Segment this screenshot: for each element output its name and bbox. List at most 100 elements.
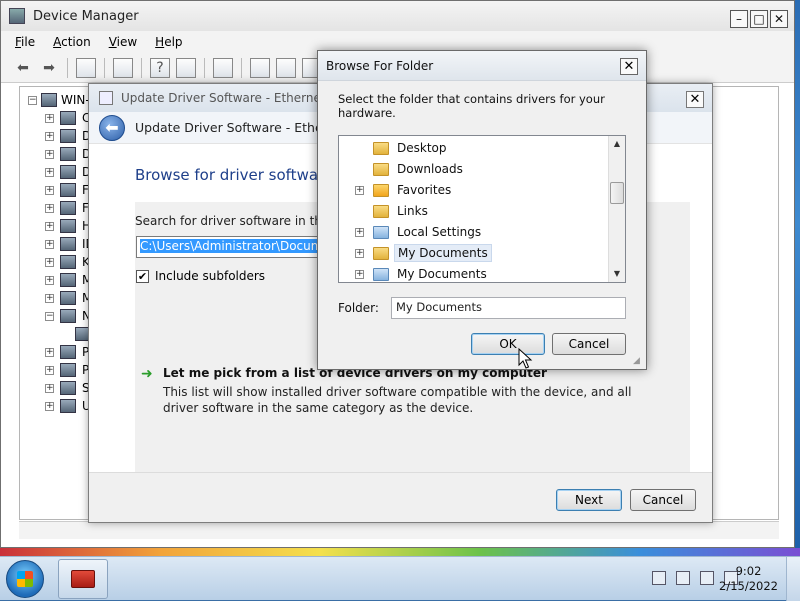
folder-input[interactable]: My Documents	[391, 297, 626, 319]
device-category-row[interactable]: + F	[45, 201, 89, 215]
taskbar-device-manager[interactable]	[58, 559, 108, 599]
expand-icon[interactable]: +	[45, 365, 54, 375]
device-category-row[interactable]: + D	[45, 129, 91, 143]
expand-icon[interactable]: +	[45, 149, 54, 159]
start-button[interactable]	[6, 560, 44, 598]
device-category-icon	[60, 345, 76, 359]
device-category-row[interactable]: + P	[45, 345, 89, 359]
folder-row[interactable]: + My Documents	[339, 243, 492, 263]
show-desktop-button[interactable]	[786, 557, 800, 601]
update-driver-icon[interactable]	[250, 57, 270, 78]
scroll-up-icon[interactable]: ▲	[609, 136, 625, 152]
expand-icon[interactable]: +	[355, 248, 364, 258]
device-category-icon	[60, 183, 76, 197]
folder-row[interactable]: + Local Settings	[339, 222, 484, 242]
update-driver-close-button[interactable]: ✕	[686, 91, 704, 108]
device-category-row[interactable]: + P	[45, 363, 89, 377]
device-category-icon	[60, 363, 76, 377]
include-subfolders-row[interactable]: ✔ Include subfolders	[136, 269, 265, 283]
collapse-icon[interactable]: −	[45, 311, 54, 321]
expand-icon[interactable]: +	[45, 401, 54, 411]
browse-close-button[interactable]: ✕	[620, 58, 638, 75]
help-icon[interactable]: ?	[150, 57, 170, 78]
scroll-thumb[interactable]	[610, 182, 624, 204]
network-icon[interactable]	[700, 571, 714, 585]
scan-hardware-icon[interactable]	[213, 57, 233, 78]
wizard-back-button[interactable]: ⬅	[99, 114, 125, 141]
expand-icon[interactable]: +	[355, 185, 364, 195]
device-category-row[interactable]: + F	[45, 183, 89, 197]
folder-row-icon	[373, 225, 389, 239]
device-manager-titlebar[interactable]: Device Manager – □ ✕	[1, 1, 794, 31]
action-pane-icon[interactable]	[176, 57, 196, 78]
folder-label: Folder:	[338, 301, 379, 315]
expand-icon[interactable]: +	[45, 113, 54, 123]
mouse-cursor-icon	[518, 348, 533, 369]
include-subfolders-checkbox[interactable]: ✔	[136, 269, 149, 283]
back-arrow-icon[interactable]: ⬅	[13, 58, 33, 78]
uninstall-icon[interactable]	[276, 57, 296, 78]
scroll-down-icon[interactable]: ▼	[609, 266, 625, 282]
next-button[interactable]: Next	[556, 489, 622, 511]
properties-icon[interactable]	[113, 57, 133, 78]
device-category-row[interactable]: + D	[45, 165, 91, 179]
wizard-cancel-button[interactable]: Cancel	[630, 489, 696, 511]
resize-grip-icon[interactable]: ◢	[633, 356, 643, 366]
device-category-icon	[60, 255, 76, 269]
expand-icon[interactable]: +	[45, 167, 54, 177]
expand-icon[interactable]: +	[45, 293, 54, 303]
menu-help[interactable]: Help	[155, 35, 182, 49]
safely-remove-icon[interactable]	[676, 571, 690, 585]
expand-icon[interactable]: +	[45, 383, 54, 393]
expand-icon[interactable]: +	[45, 185, 54, 195]
folder-row[interactable]: Downloads	[339, 159, 466, 179]
device-category-row[interactable]: + S	[45, 381, 90, 395]
browse-titlebar[interactable]: Browse For Folder	[318, 51, 646, 81]
expand-icon[interactable]: +	[355, 227, 364, 237]
close-button[interactable]: ✕	[770, 10, 788, 28]
expand-icon[interactable]: +	[45, 275, 54, 285]
pick-from-list-option[interactable]: ➜ Let me pick from a list of device driv…	[141, 366, 641, 416]
search-path-input[interactable]: C:\Users\Administrator\Documen	[136, 236, 336, 258]
browse-for-folder-dialog: Browse For Folder ✕ Select the folder th…	[317, 50, 647, 370]
folder-scrollbar[interactable]: ▲ ▼	[608, 136, 625, 282]
device-category-row[interactable]: + U	[45, 399, 91, 413]
expand-icon[interactable]: +	[45, 203, 54, 213]
expand-icon[interactable]: +	[355, 269, 364, 279]
expand-icon[interactable]: +	[45, 347, 54, 357]
toolbox-icon	[71, 570, 95, 588]
expand-icon[interactable]: +	[45, 131, 54, 141]
folder-row[interactable]: + Favorites	[339, 180, 454, 200]
device-category-row[interactable]: +M	[45, 273, 92, 287]
folder-row[interactable]: Desktop	[339, 138, 450, 158]
menu-action[interactable]: Action	[53, 35, 91, 49]
minimize-button[interactable]: –	[730, 10, 748, 28]
device-category-row[interactable]: + K	[45, 255, 90, 269]
clock[interactable]: 9:02 2/15/2022	[719, 564, 778, 594]
action-center-icon[interactable]	[652, 571, 666, 585]
expand-icon[interactable]: +	[45, 221, 54, 231]
window-controls: – □ ✕	[730, 10, 788, 28]
show-hide-tree-icon[interactable]	[76, 57, 96, 78]
folder-row[interactable]: Links	[339, 201, 431, 221]
expand-icon[interactable]: +	[45, 239, 54, 249]
tree-root[interactable]: − WIN-	[28, 93, 90, 107]
menu-file[interactable]: File	[15, 35, 35, 49]
menu-view[interactable]: View	[109, 35, 137, 49]
status-bar	[19, 521, 779, 539]
maximize-button[interactable]: □	[750, 10, 768, 28]
device-category-row[interactable]: − N	[45, 309, 91, 323]
device-category-icon	[60, 129, 76, 143]
folder-row[interactable]: + My Documents	[339, 264, 490, 282]
device-category-row[interactable]: +M	[45, 291, 92, 305]
expand-icon[interactable]: +	[45, 257, 54, 267]
forward-arrow-icon[interactable]: ➡	[39, 58, 59, 78]
browse-cancel-button[interactable]: Cancel	[552, 333, 626, 355]
folder-tree[interactable]: Desktop Downloads + Favorites Links + Local Se…	[338, 135, 626, 283]
collapse-icon[interactable]: −	[28, 95, 37, 105]
computer-icon	[41, 93, 57, 107]
device-category-row[interactable]: + H	[45, 219, 91, 233]
device-category-row[interactable]: + D	[45, 147, 91, 161]
taskbar: 9:02 2/15/2022	[0, 556, 800, 601]
device-category-row[interactable]: + C	[45, 111, 90, 125]
